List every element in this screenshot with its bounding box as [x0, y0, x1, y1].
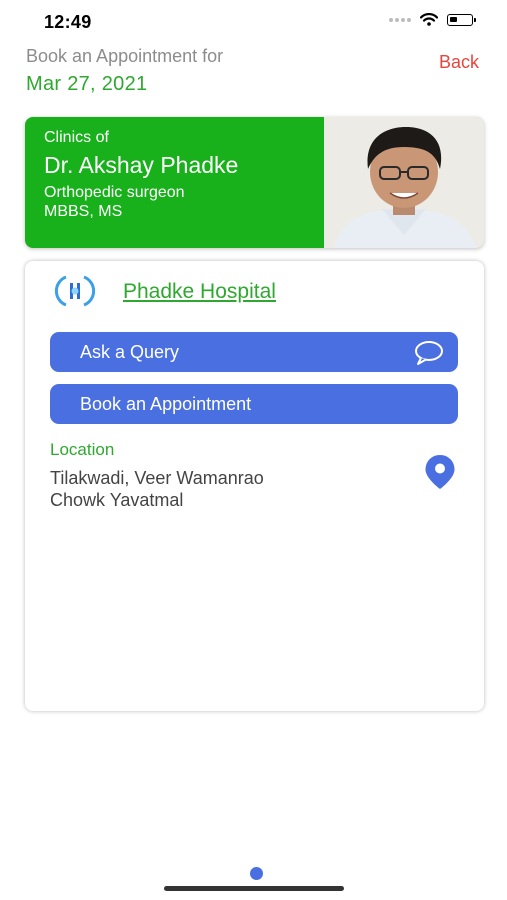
clinics-label: Clinics of [44, 129, 109, 146]
status-icons [389, 13, 476, 26]
location-pin-icon[interactable] [424, 454, 456, 490]
signal-dots-icon [389, 17, 411, 22]
doctor-card: Clinics of Dr. Akshay Phadke Orthopedic … [25, 117, 484, 248]
doctor-photo [324, 117, 484, 248]
location-title: Location [50, 440, 115, 459]
doctor-name: Dr. Akshay Phadke [44, 152, 239, 178]
chat-bubble-icon [415, 341, 443, 365]
ask-query-label: Ask a Query [80, 341, 180, 362]
address-line-1: Tilakwadi, Veer Wamanrao [50, 468, 264, 488]
clinic-name-link[interactable]: Phadke Hospital [123, 280, 276, 304]
doctor-specialization: Orthopedic surgeon [44, 184, 185, 201]
back-button[interactable]: Back [439, 52, 479, 73]
status-bar: 12:49 [0, 0, 507, 44]
book-appointment-label: Book an Appointment [80, 393, 252, 414]
home-indicator[interactable] [164, 886, 344, 891]
doctor-degrees: MBBS, MS [44, 203, 123, 220]
battery-icon [447, 13, 476, 26]
status-time: 12:49 [44, 12, 92, 32]
clinic-logo-icon [54, 275, 96, 307]
address-line-2: Chowk Yavatmal [50, 490, 184, 510]
book-appointment-button[interactable]: Book an Appointment [50, 384, 458, 424]
ask-query-button[interactable]: Ask a Query [50, 332, 458, 372]
page-indicator-dot [250, 867, 263, 880]
clinic-card: Phadke Hospital Ask a Query Book an Appo… [25, 261, 484, 711]
wifi-icon [420, 13, 438, 26]
appointment-date: Mar 27, 2021 [26, 73, 148, 95]
page-title: Book an Appointment for [26, 46, 224, 66]
